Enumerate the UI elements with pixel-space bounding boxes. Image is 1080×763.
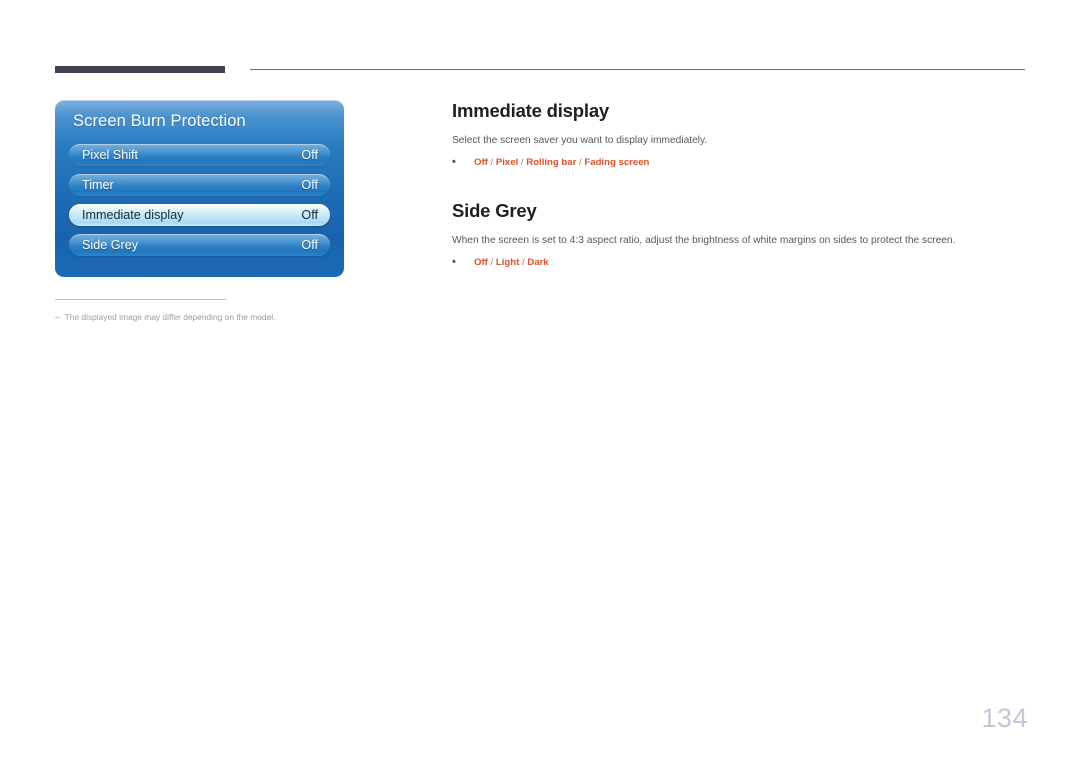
osd-menu-item-value: Off: [301, 208, 318, 222]
footnote-marker: –: [55, 312, 60, 322]
osd-menu-item-side-grey[interactable]: Side Grey Off: [69, 234, 330, 256]
osd-menu-item-label: Timer: [82, 178, 114, 192]
content-column: Immediate display Select the screen save…: [452, 100, 1027, 270]
osd-menu-item-label: Pixel Shift: [82, 148, 138, 162]
osd-menu-item-timer[interactable]: Timer Off: [69, 174, 330, 196]
osd-panel-title: Screen Burn Protection: [73, 112, 246, 130]
section-description: Select the screen saver you want to disp…: [452, 135, 708, 146]
footnote-divider: [55, 299, 226, 300]
osd-menu-item-label: Side Grey: [82, 238, 138, 252]
bullet-icon: •: [452, 256, 456, 268]
section-options: • Off / Light / Dark: [452, 255, 1027, 270]
section-options-text: Off / Pixel / Rolling bar / Fading scree…: [474, 157, 650, 168]
osd-menu-item-label: Immediate display: [82, 208, 184, 222]
section-options: • Off / Pixel / Rolling bar / Fading scr…: [452, 155, 1027, 170]
manual-page: Screen Burn Protection Pixel Shift Off T…: [0, 0, 1080, 763]
osd-menu-item-value: Off: [301, 148, 318, 162]
bullet-icon: •: [452, 156, 456, 168]
header-rule-thick: [55, 66, 225, 73]
osd-menu-item-immediate-display[interactable]: Immediate display Off: [69, 204, 330, 226]
header-rule-thin: [250, 69, 1025, 70]
section-immediate-display: Immediate display Select the screen save…: [452, 100, 1027, 170]
page-number: 134: [981, 703, 1028, 733]
footnote: – The displayed image may differ dependi…: [55, 311, 375, 324]
section-description: When the screen is set to 4:3 aspect rat…: [452, 235, 956, 246]
osd-menu-list: Pixel Shift Off Timer Off Immediate disp…: [69, 144, 330, 264]
footnote-text: The displayed image may differ depending…: [64, 312, 276, 322]
osd-menu-item-value: Off: [301, 238, 318, 252]
osd-panel: Screen Burn Protection Pixel Shift Off T…: [55, 100, 344, 277]
section-heading: Side Grey: [452, 200, 537, 221]
section-options-text: Off / Light / Dark: [474, 257, 549, 268]
section-side-grey: Side Grey When the screen is set to 4:3 …: [452, 200, 1027, 270]
osd-menu-item-value: Off: [301, 178, 318, 192]
section-heading: Immediate display: [452, 100, 609, 121]
osd-menu-item-pixel-shift[interactable]: Pixel Shift Off: [69, 144, 330, 166]
